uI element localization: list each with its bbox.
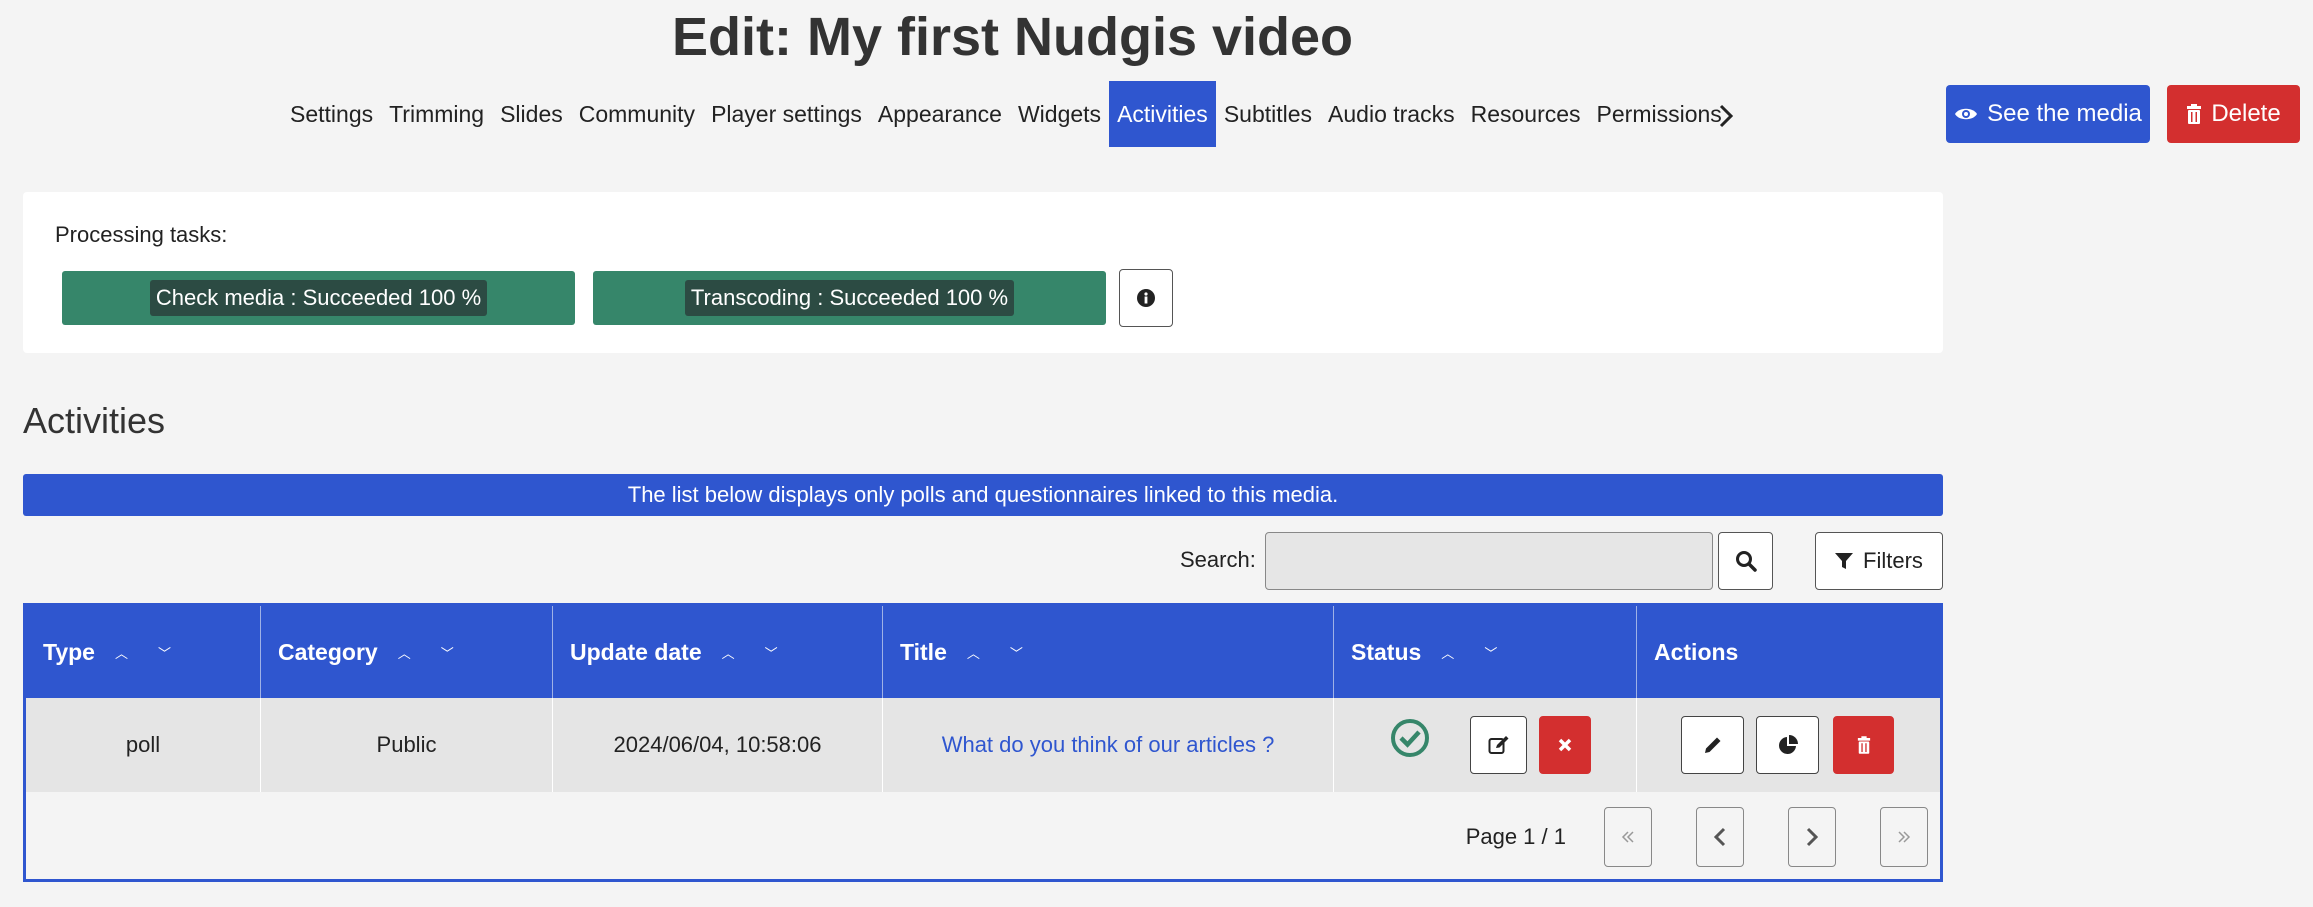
sort-asc-icon[interactable]: ︿: [722, 643, 735, 662]
sort-asc-icon[interactable]: ︿: [115, 643, 128, 662]
chevron-right-icon: [1806, 827, 1818, 847]
sort-desc-icon[interactable]: ﹀: [441, 643, 454, 662]
cell-status: [1334, 698, 1637, 792]
tab-slides[interactable]: Slides: [492, 81, 571, 147]
task-check-media: Check media : Succeeded 100 %: [62, 271, 575, 325]
cell-type: poll: [26, 698, 261, 792]
tab-resources[interactable]: Resources: [1463, 81, 1589, 147]
trash-icon: [2187, 104, 2202, 124]
cell-title: What do you think of our articles ?: [883, 698, 1334, 792]
column-category[interactable]: Category ︿ ﹀: [261, 606, 553, 698]
activities-notice: The list below displays only polls and q…: [23, 474, 1943, 516]
close-icon: [1558, 738, 1572, 752]
search-input[interactable]: [1265, 532, 1713, 590]
column-actions: Actions: [1637, 606, 1940, 698]
statistics-button[interactable]: [1756, 716, 1819, 774]
previous-page-button[interactable]: [1696, 807, 1744, 867]
tab-player-settings[interactable]: Player settings: [703, 81, 870, 147]
see-media-label: See the media: [1987, 100, 2142, 127]
cell-category: Public: [261, 698, 553, 792]
trash-icon: [1857, 736, 1870, 754]
deactivate-button[interactable]: [1539, 716, 1591, 774]
edit-activity-button[interactable]: [1681, 716, 1744, 774]
last-page-button[interactable]: [1880, 807, 1928, 867]
table-row: poll Public 2024/06/04, 10:58:06 What do…: [26, 698, 1940, 792]
delete-activity-button[interactable]: [1833, 716, 1894, 774]
check-circle-icon: [1391, 719, 1429, 757]
edit-status-button[interactable]: [1470, 716, 1527, 774]
tab-trimming[interactable]: Trimming: [381, 81, 492, 147]
column-status[interactable]: Status ︿ ﹀: [1334, 606, 1637, 698]
tab-widgets[interactable]: Widgets: [1010, 81, 1109, 147]
pencil-icon: [1704, 737, 1720, 753]
filters-button[interactable]: Filters: [1815, 532, 1943, 590]
task-transcoding-text: Transcoding : Succeeded 100 %: [684, 280, 1015, 316]
search-button[interactable]: [1718, 532, 1773, 590]
tab-audio-tracks[interactable]: Audio tracks: [1320, 81, 1463, 147]
sort-desc-icon[interactable]: ﹀: [1484, 643, 1497, 662]
double-chevron-left-icon: [1621, 831, 1634, 843]
pagination: Page 1 / 1: [1466, 792, 1940, 882]
table-header: Type ︿ ﹀ Category ︿ ﹀ Update date ︿ ﹀ Ti…: [26, 606, 1940, 698]
tab-settings[interactable]: Settings: [282, 81, 381, 147]
tab-community[interactable]: Community: [571, 81, 703, 147]
edit-square-icon: [1488, 736, 1508, 754]
double-chevron-right-icon: [1898, 831, 1911, 843]
search-icon: [1735, 551, 1757, 572]
filters-label: Filters: [1863, 548, 1923, 573]
first-page-button[interactable]: [1604, 807, 1652, 867]
tasks-info-button[interactable]: [1119, 269, 1173, 327]
column-status-label: Status: [1351, 638, 1422, 665]
processing-label: Processing tasks:: [55, 222, 228, 247]
chevron-right-icon: [1719, 104, 1734, 128]
next-page-button[interactable]: [1788, 807, 1836, 867]
sort-asc-icon[interactable]: ︿: [1441, 643, 1454, 662]
column-actions-label: Actions: [1654, 638, 1739, 665]
sort-desc-icon[interactable]: ﹀: [1010, 643, 1023, 662]
column-update-date-label: Update date: [570, 638, 702, 665]
page-title: Edit: My first Nudgis video: [672, 7, 1354, 67]
tab-permissions[interactable]: Permissions: [1589, 81, 1730, 147]
tab-appearance[interactable]: Appearance: [870, 81, 1010, 147]
tab-subtitles[interactable]: Subtitles: [1216, 81, 1320, 147]
column-type[interactable]: Type ︿ ﹀: [26, 606, 261, 698]
search-label: Search:: [1180, 547, 1256, 572]
page-indicator: Page 1 / 1: [1465, 824, 1566, 849]
column-category-label: Category: [278, 638, 378, 665]
tab-activities[interactable]: Activities: [1109, 81, 1216, 147]
info-icon: [1137, 289, 1155, 307]
task-transcoding: Transcoding : Succeeded 100 %: [593, 271, 1106, 325]
processing-panel: Processing tasks: Check media : Succeede…: [23, 192, 1943, 353]
chevron-left-icon: [1714, 827, 1726, 847]
pie-chart-icon: [1778, 735, 1798, 754]
sort-asc-icon[interactable]: ︿: [967, 643, 980, 662]
sort-desc-icon[interactable]: ﹀: [158, 643, 171, 662]
column-title-label: Title: [900, 638, 947, 665]
cell-actions: [1637, 698, 1940, 792]
sort-asc-icon[interactable]: ︿: [398, 643, 411, 662]
delete-label: Delete: [2211, 100, 2281, 127]
see-media-button[interactable]: See the media: [1946, 85, 2150, 143]
sort-desc-icon[interactable]: ﹀: [765, 643, 778, 662]
column-update-date[interactable]: Update date ︿ ﹀: [553, 606, 883, 698]
task-check-media-text: Check media : Succeeded 100 %: [149, 280, 488, 316]
cell-update-date: 2024/06/04, 10:58:06: [553, 698, 883, 792]
activities-table: Type ︿ ﹀ Category ︿ ﹀ Update date ︿ ﹀ Ti…: [23, 603, 1943, 882]
tabs-next-button[interactable]: [1712, 96, 1740, 136]
column-type-label: Type: [43, 638, 95, 665]
filter-icon: [1835, 553, 1854, 569]
editor-tabs: Settings Trimming Slides Community Playe…: [282, 81, 1730, 147]
activity-title-link[interactable]: What do you think of our articles ?: [942, 732, 1275, 758]
column-title[interactable]: Title ︿ ﹀: [883, 606, 1334, 698]
eye-icon: [1955, 108, 1978, 120]
activities-heading: Activities: [23, 400, 166, 441]
delete-button[interactable]: Delete: [2167, 85, 2300, 143]
